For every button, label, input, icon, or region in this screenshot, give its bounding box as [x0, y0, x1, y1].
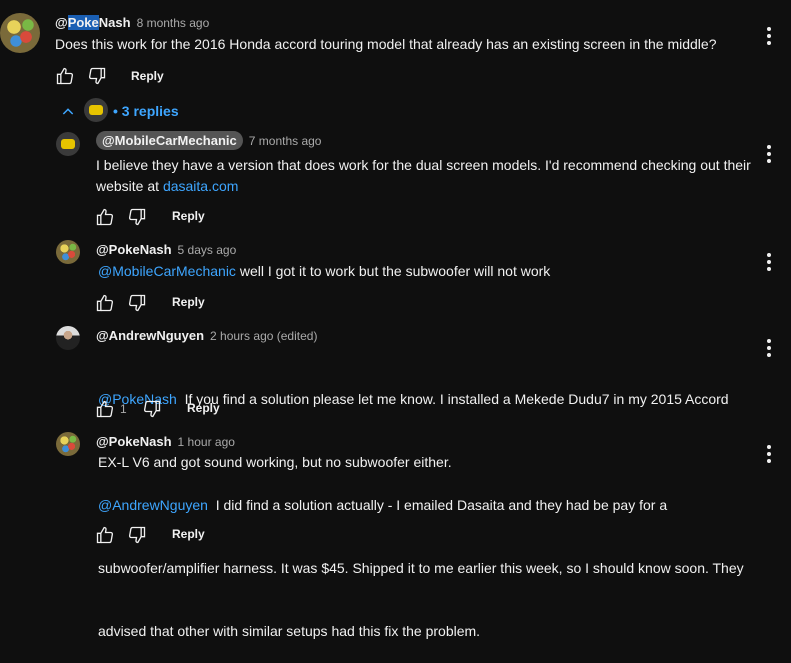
reply-time[interactable]: 5 days ago — [178, 243, 237, 257]
like-icon[interactable] — [95, 293, 115, 313]
reply-button[interactable]: Reply — [172, 527, 205, 541]
reply-menu-icon[interactable] — [767, 445, 771, 466]
comment-time[interactable]: 8 months ago — [137, 16, 210, 30]
reply-text-line: @AndrewNguyen I did find a solution actu… — [98, 495, 768, 516]
mention-link[interactable]: @AndrewNguyen — [98, 497, 208, 513]
chevron-up-icon[interactable] — [60, 104, 76, 120]
reply-menu-icon[interactable] — [767, 145, 771, 166]
reply-text: @AndrewNguyen I did find a solution actu… — [98, 453, 768, 663]
dislike-icon[interactable] — [127, 207, 147, 227]
reply-text: @MobileCarMechanic well I got it to work… — [98, 261, 758, 282]
dislike-icon[interactable] — [87, 66, 107, 86]
reply-button[interactable]: Reply — [187, 401, 220, 415]
dislike-icon[interactable] — [142, 399, 162, 419]
comment-text: Does this work for the 2016 Honda accord… — [55, 36, 717, 52]
reply-avatar[interactable] — [56, 132, 80, 156]
reply-text-line: I believe they have a version that does … — [96, 157, 751, 173]
comment-menu-icon[interactable] — [767, 27, 771, 48]
reply-avatar[interactable] — [56, 326, 80, 350]
reply-header: @PokeNash 5 days ago — [96, 241, 236, 259]
like-icon[interactable] — [95, 399, 115, 419]
like-icon[interactable] — [95, 207, 115, 227]
mention-link[interactable]: @MobileCarMechanic — [98, 263, 236, 279]
reply-author[interactable]: @AndrewNguyen — [96, 328, 204, 343]
reply-text-body: I did find a solution actually - I email… — [207, 497, 668, 513]
like-icon[interactable] — [55, 66, 75, 86]
comment-author[interactable]: @PokeNash — [55, 15, 131, 30]
reply-avatar[interactable] — [56, 432, 80, 456]
reply-menu-icon[interactable] — [767, 339, 771, 360]
reply-text-body: well I got it to work but the subwoofer … — [235, 263, 551, 279]
reply-button[interactable]: Reply — [131, 69, 164, 83]
reply-time[interactable]: 1 hour ago — [178, 435, 235, 449]
reply-menu-icon[interactable] — [767, 253, 771, 274]
reply-text-line: advised that other with similar setups h… — [98, 623, 481, 639]
reply-header: @MobileCarMechanic 7 months ago — [96, 131, 322, 150]
bullet: • — [113, 103, 118, 119]
replies-count-label: 3 replies — [121, 103, 179, 119]
like-icon[interactable] — [95, 525, 115, 545]
reply-time[interactable]: 2 hours ago (edited) — [210, 329, 317, 343]
reply-avatar[interactable] — [56, 240, 80, 264]
reply-text-line: subwoofer/amplifier harness. It was $45.… — [98, 560, 744, 576]
reply-header: @AndrewNguyen 2 hours ago (edited) — [96, 327, 317, 345]
reply-time[interactable]: 7 months ago — [249, 134, 322, 148]
reply-button[interactable]: Reply — [172, 209, 205, 223]
replier-avatar — [84, 98, 108, 122]
reply-button[interactable]: Reply — [172, 295, 205, 309]
reply-header: @PokeNash 1 hour ago — [96, 433, 235, 451]
reply-author[interactable]: @PokeNash — [96, 434, 172, 449]
like-count: 1 — [120, 402, 127, 416]
dislike-icon[interactable] — [127, 525, 147, 545]
reply-author[interactable]: @PokeNash — [96, 242, 172, 257]
website-link[interactable]: dasaita.com — [163, 178, 238, 194]
reply-text-line: website at dasaita.com — [96, 176, 756, 197]
replies-toggle[interactable]: • 3 replies — [113, 103, 179, 119]
dislike-icon[interactable] — [127, 293, 147, 313]
reply-text-prefix: website at — [96, 178, 163, 194]
reply-text: I believe they have a version that does … — [96, 155, 756, 197]
comment-header: @PokeNash 8 months ago — [55, 14, 209, 32]
reply-author[interactable]: @MobileCarMechanic — [96, 131, 243, 150]
reply-text-body: If you find a solution please let me kno… — [176, 391, 729, 407]
commenter-avatar[interactable] — [0, 13, 40, 53]
